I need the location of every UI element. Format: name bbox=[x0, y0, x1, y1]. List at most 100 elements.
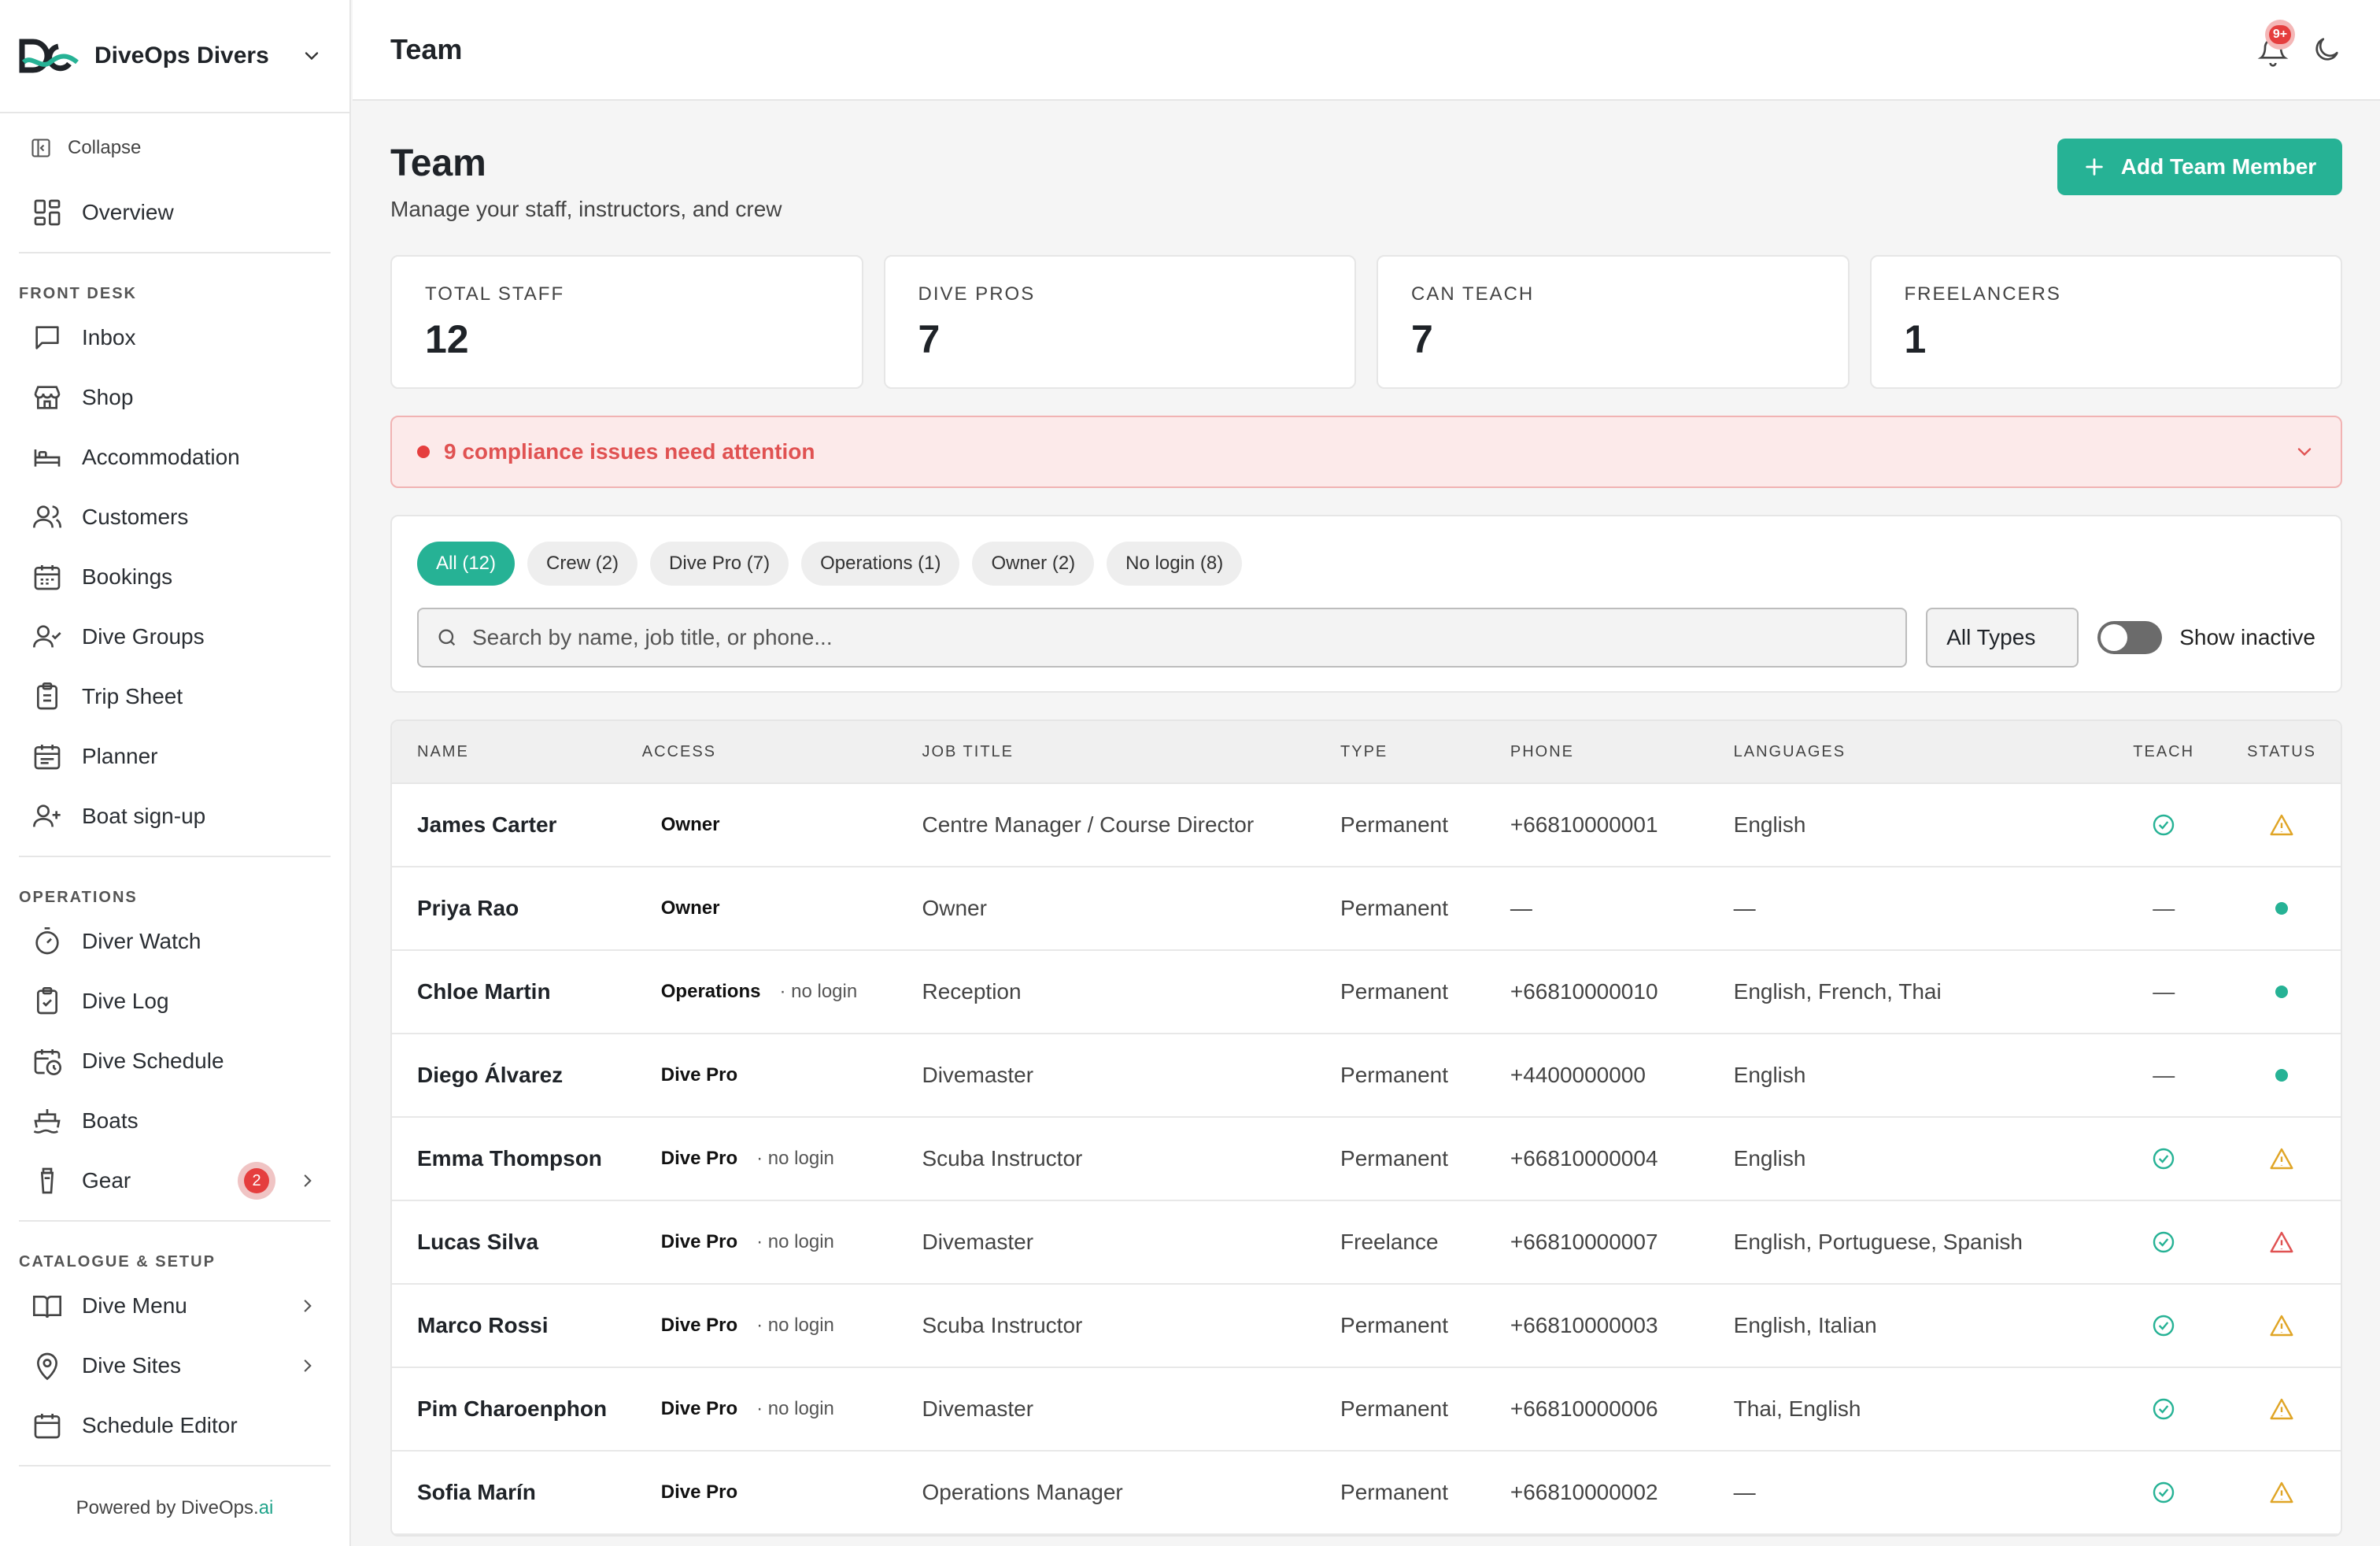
sidebar-item-shop[interactable]: Shop bbox=[0, 368, 349, 427]
filter-chip-owner[interactable]: Owner (2) bbox=[972, 542, 1095, 586]
calendar-icon bbox=[34, 565, 61, 590]
sidebar-item-label: Bookings bbox=[82, 564, 173, 589]
workspace-switcher[interactable]: DiveOps Divers bbox=[0, 0, 349, 113]
languages: English bbox=[1733, 812, 1806, 837]
show-inactive-toggle[interactable] bbox=[2097, 621, 2163, 654]
sidebar-item-label: Dive Sites bbox=[82, 1353, 182, 1378]
table-row[interactable]: Diego Álvarez Dive Pro Divemaster Permanent… bbox=[392, 1034, 2341, 1118]
access-note: · no login bbox=[779, 981, 858, 1002]
member-name[interactable]: James Carter bbox=[417, 812, 556, 837]
status-cell bbox=[2223, 1313, 2341, 1338]
languages: English bbox=[1733, 1063, 1806, 1087]
table-row[interactable]: Marco Rossi Dive Pro · no login Scuba Instr… bbox=[392, 1285, 2341, 1368]
column-header-status[interactable]: STATUS bbox=[2223, 743, 2341, 761]
notifications-button[interactable]: 9+ bbox=[2254, 20, 2295, 68]
sidebar-item-label: Schedule Editor bbox=[82, 1413, 238, 1437]
sidebar-item-dive-sites[interactable]: Dive Sites bbox=[0, 1336, 349, 1396]
job-title: Divemaster bbox=[922, 1063, 1034, 1087]
member-name[interactable]: Emma Thompson bbox=[417, 1146, 602, 1171]
member-name[interactable]: Sofia Marín bbox=[417, 1480, 536, 1504]
member-name[interactable]: Pim Charoenphon bbox=[417, 1396, 607, 1421]
team-table: NAME ACCESS JOB TITLE TYPE PHONE LANGUAG… bbox=[390, 719, 2342, 1537]
sidebar-item-bookings[interactable]: Bookings bbox=[0, 547, 349, 607]
sidebar-item-dive-groups[interactable]: Dive Groups bbox=[0, 607, 349, 667]
type-select[interactable]: All Types bbox=[1926, 608, 2079, 668]
phone-number: +66810000004 bbox=[1510, 1146, 1658, 1171]
column-header-teach[interactable]: TEACH bbox=[2105, 743, 2223, 761]
sidebar-item-planner[interactable]: Planner bbox=[0, 727, 349, 786]
sidebar-item-boat-sign-up[interactable]: Boat sign-up bbox=[0, 786, 349, 846]
languages: English, French, Thai bbox=[1733, 979, 1942, 1004]
job-title: Operations Manager bbox=[922, 1480, 1123, 1504]
search-input[interactable] bbox=[472, 625, 1889, 650]
sidebar-item-trip-sheet[interactable]: Trip Sheet bbox=[0, 667, 349, 727]
stat-value: 7 bbox=[918, 317, 941, 361]
filter-chip-no-login[interactable]: No login (8) bbox=[1107, 542, 1243, 586]
sidebar-item-customers[interactable]: Customers bbox=[0, 487, 349, 547]
table-row[interactable]: James Carter Owner Centre Manager / Course… bbox=[392, 784, 2341, 867]
table-row[interactable]: Priya Rao Owner Owner Permanent — — — bbox=[392, 867, 2341, 951]
sidebar-item-label: Boat sign-up bbox=[82, 804, 206, 828]
add-team-member-button[interactable]: Add Team Member bbox=[2057, 139, 2342, 195]
member-name[interactable]: Diego Álvarez bbox=[417, 1063, 563, 1087]
access-role: Dive Pro bbox=[660, 1231, 738, 1252]
sidebar-item-gear[interactable]: Gear 2 bbox=[0, 1151, 349, 1211]
calendar-clock-icon bbox=[34, 1049, 62, 1075]
bed-icon bbox=[34, 449, 61, 467]
active-status-dot bbox=[2275, 902, 2289, 915]
search-box bbox=[417, 608, 1908, 668]
sidebar-divider bbox=[19, 856, 331, 857]
panel-left-icon bbox=[31, 139, 50, 157]
sidebar-item-label: Boats bbox=[82, 1108, 139, 1133]
table-row[interactable]: Chloe Martin Operations · no login Receptio… bbox=[392, 951, 2341, 1034]
stat-value: 1 bbox=[1904, 317, 1927, 361]
access-role: Owner bbox=[660, 814, 720, 835]
compliance-alert[interactable]: 9 compliance issues need attention bbox=[390, 416, 2342, 488]
member-name[interactable]: Marco Rossi bbox=[417, 1313, 549, 1337]
sidebar-item-label: Dive Menu bbox=[82, 1293, 187, 1318]
sidebar-item-overview[interactable]: Overview bbox=[0, 183, 349, 242]
column-header-phone[interactable]: PHONE bbox=[1510, 743, 1734, 761]
sidebar-item-dive-menu[interactable]: Dive Menu bbox=[0, 1276, 349, 1336]
member-name[interactable]: Chloe Martin bbox=[417, 979, 551, 1004]
member-name[interactable]: Priya Rao bbox=[417, 896, 519, 920]
column-header-languages[interactable]: LANGUAGES bbox=[1734, 743, 2105, 761]
filter-chip-dive-pro[interactable]: Dive Pro (7) bbox=[650, 542, 789, 586]
powered-by-link[interactable]: Powered by DiveOps.ai bbox=[0, 1497, 349, 1519]
filter-chip-crew[interactable]: Crew (2) bbox=[527, 542, 638, 586]
collapse-sidebar-button[interactable]: Collapse bbox=[0, 113, 349, 183]
column-header-job-title[interactable]: JOB TITLE bbox=[922, 743, 1340, 761]
job-title: Owner bbox=[922, 896, 987, 920]
filter-chip-operations[interactable]: Operations (1) bbox=[801, 542, 960, 586]
filters-panel: All (12) Crew (2) Dive Pro (7) Operation… bbox=[390, 515, 2342, 693]
sidebar-item-accommodation[interactable]: Accommodation bbox=[0, 427, 349, 487]
job-title: Scuba Instructor bbox=[922, 1313, 1083, 1337]
sidebar-item-boats[interactable]: Boats bbox=[0, 1091, 349, 1151]
table-header: NAME ACCESS JOB TITLE TYPE PHONE LANGUAG… bbox=[392, 721, 2341, 784]
table-row[interactable]: Emma Thompson Dive Pro · no login Scuba Ins… bbox=[392, 1118, 2341, 1201]
column-header-access[interactable]: ACCESS bbox=[642, 743, 922, 761]
column-header-name[interactable]: NAME bbox=[392, 743, 642, 761]
phone-number: +66810000007 bbox=[1510, 1230, 1658, 1254]
table-row[interactable]: Sofia Marín Dive Pro Operations Manager Per… bbox=[392, 1452, 2341, 1535]
filter-chip-all[interactable]: All (12) bbox=[417, 542, 516, 586]
access-role: Dive Pro bbox=[660, 1148, 738, 1169]
sidebar-item-schedule-editor[interactable]: Schedule Editor bbox=[0, 1396, 349, 1455]
job-title: Divemaster bbox=[922, 1230, 1034, 1254]
powered-by-text: Powered by DiveOps. bbox=[76, 1497, 259, 1518]
stat-value: 12 bbox=[425, 317, 469, 361]
moon-icon[interactable] bbox=[2311, 34, 2342, 65]
column-header-type[interactable]: TYPE bbox=[1340, 743, 1510, 761]
user-plus-icon bbox=[33, 804, 61, 827]
sidebar-item-diver-watch[interactable]: Diver Watch bbox=[0, 912, 349, 971]
sidebar-item-dive-log[interactable]: Dive Log bbox=[0, 971, 349, 1031]
table-row[interactable]: Pim Charoenphon Dive Pro · no login Divemas… bbox=[392, 1368, 2341, 1452]
check-circle-icon bbox=[2153, 1398, 2175, 1420]
sidebar-item-dive-schedule[interactable]: Dive Schedule bbox=[0, 1031, 349, 1091]
chevron-right-icon bbox=[304, 1359, 312, 1372]
sidebar-item-inbox[interactable]: Inbox bbox=[0, 308, 349, 368]
table-row[interactable]: Lucas Silva Dive Pro · no login Divemaster F… bbox=[392, 1201, 2341, 1285]
show-inactive-label: Show inactive bbox=[2179, 625, 2315, 649]
sidebar-item-label: Trip Sheet bbox=[82, 684, 183, 708]
member-name[interactable]: Lucas Silva bbox=[417, 1230, 538, 1254]
